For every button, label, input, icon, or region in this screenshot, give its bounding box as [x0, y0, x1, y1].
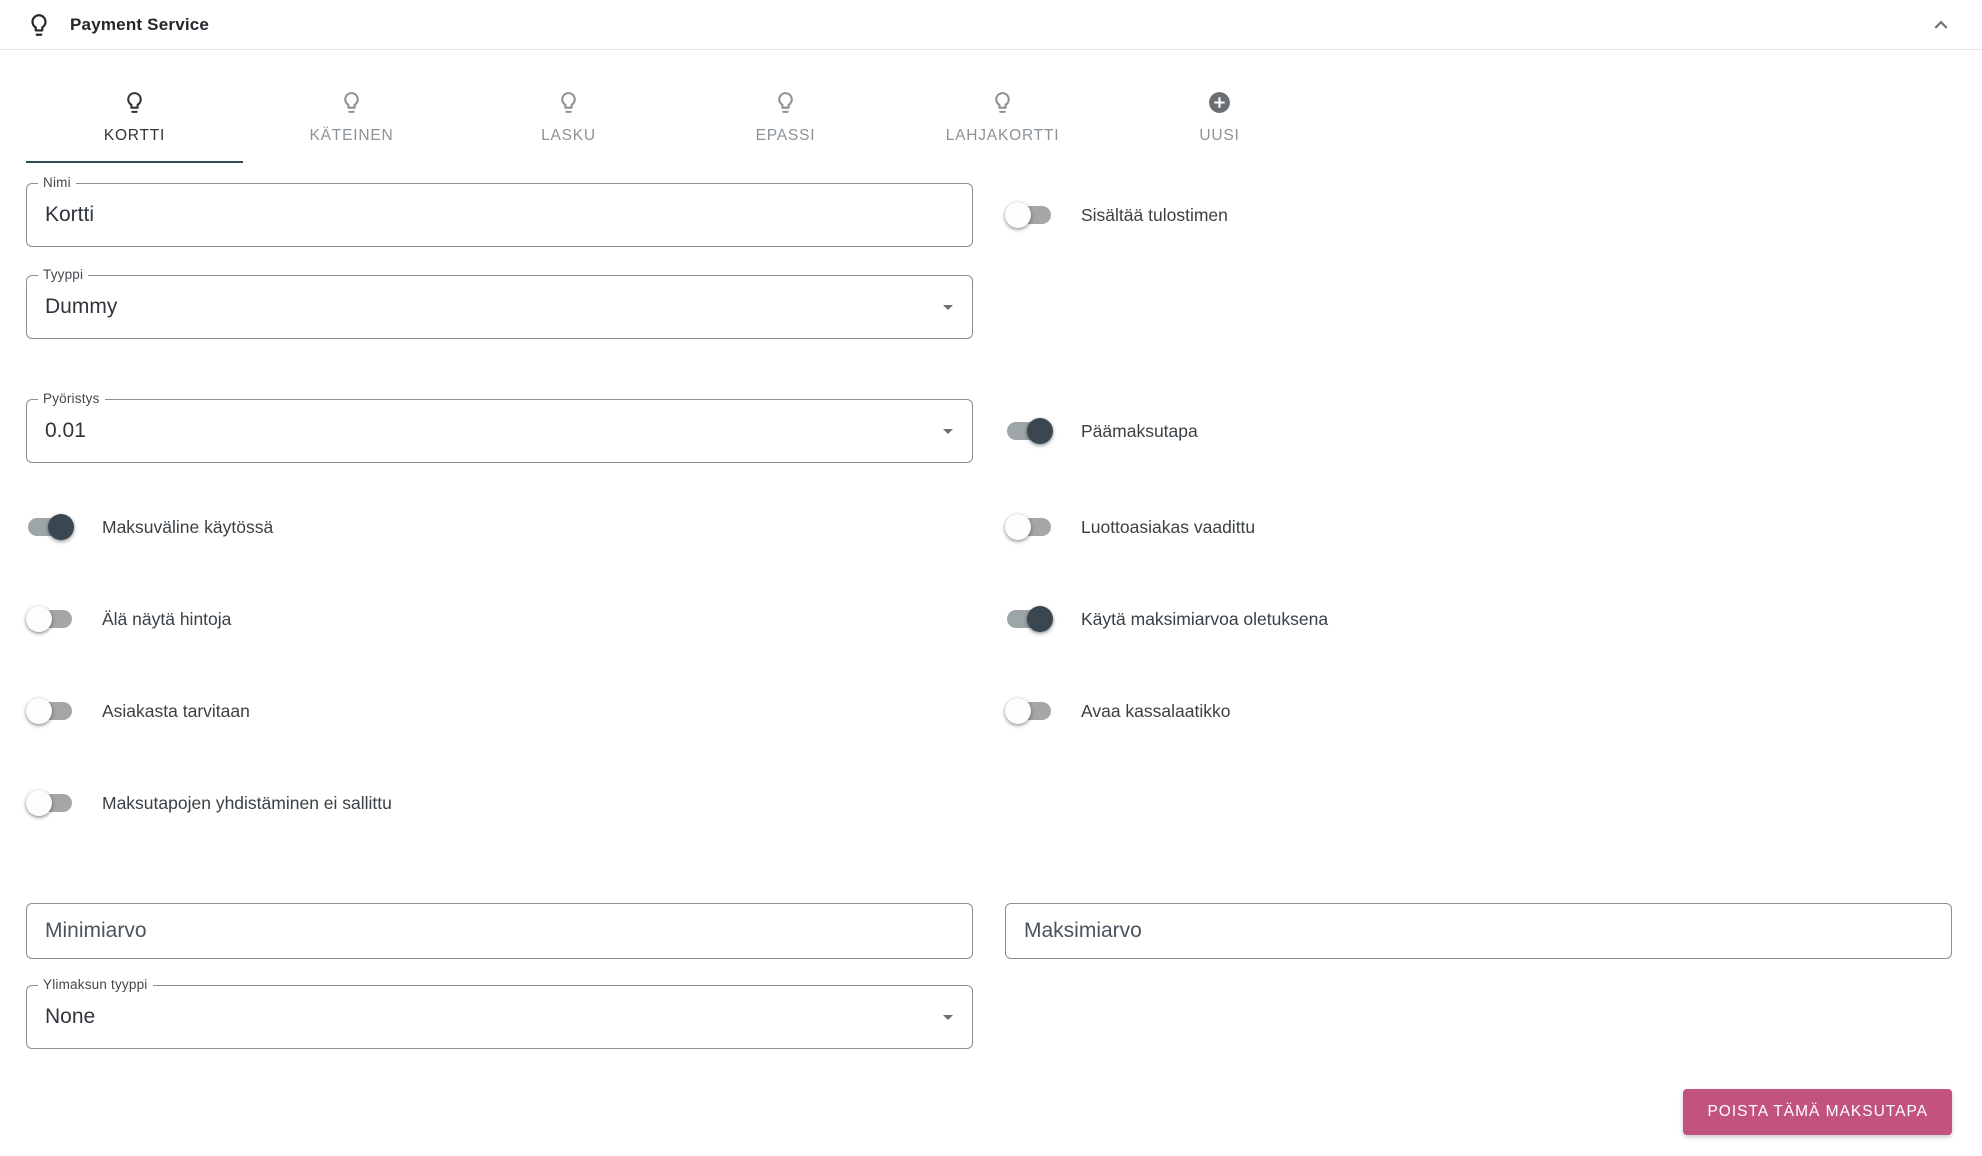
nimi-field-value: Kortti [45, 203, 95, 226]
toggle-label: Maksutapojen yhdistäminen ei sallittu [102, 792, 392, 813]
switch[interactable] [1007, 418, 1053, 444]
switch[interactable] [1005, 202, 1051, 228]
tab-label: UUSI [1199, 127, 1240, 144]
tab-uusi[interactable]: UUSI [1111, 78, 1328, 163]
chevron-up-icon[interactable] [1928, 12, 1954, 38]
switch-thumb [48, 514, 74, 540]
page-title: Payment Service [70, 14, 210, 34]
tab-label: LASKU [541, 127, 596, 144]
chevron-down-icon [936, 1005, 960, 1029]
switch[interactable] [28, 514, 74, 540]
toggle-avaa-kassalaatikko[interactable]: Avaa kassalaatikko [1005, 698, 1952, 724]
tab-label: KORTTI [103, 127, 166, 144]
switch-thumb [1005, 514, 1031, 540]
switch[interactable] [1005, 514, 1051, 540]
pyoristys-select-value: 0.01 [45, 419, 86, 442]
delete-payment-method-button[interactable]: POISTA TÄMÄ MAKSUTAPA [1683, 1089, 1952, 1135]
tab-lahjakortti[interactable]: LAHJAKORTTI [894, 78, 1111, 163]
lightbulb-icon [990, 90, 1015, 115]
add-circle-icon [1207, 90, 1232, 115]
payment-service-header: Payment Service [0, 0, 1982, 50]
switch[interactable] [26, 790, 72, 816]
tyyppi-select-label: Tyyppi [38, 267, 89, 282]
maksimiarvo-placeholder: Maksimiarvo [1024, 919, 1142, 942]
lightbulb-icon [773, 90, 798, 115]
switch[interactable] [1005, 698, 1051, 724]
tab-kortti[interactable]: KORTTI [26, 78, 243, 163]
nimi-field[interactable]: Nimi Kortti [26, 175, 973, 247]
pyoristys-select[interactable]: Pyöristys 0.01 [26, 391, 973, 463]
switch[interactable] [26, 606, 72, 632]
ylimaksun-tyyppi-select-value: None [45, 1005, 96, 1028]
toggle-luottoasiakas-vaadittu[interactable]: Luottoasiakas vaadittu [1005, 514, 1952, 540]
payment-method-tabs: KORTTI KÄTEINEN LASKU EPASSI LAHJAKORTTI [26, 78, 1952, 163]
toggle-label: Avaa kassalaatikko [1081, 700, 1231, 721]
tab-epassi[interactable]: EPASSI [677, 78, 894, 163]
minimiarvo-input[interactable]: Minimiarvo [26, 903, 973, 959]
switch[interactable] [26, 698, 72, 724]
toggle-paamaksutapa[interactable]: Päämaksutapa [1005, 418, 1952, 444]
switch-thumb [1005, 202, 1031, 228]
toggle-kayta-maksimiarvoa-oletuksena[interactable]: Käytä maksimiarvoa oletuksena [1005, 606, 1952, 632]
ylimaksun-tyyppi-select-label: Ylimaksun tyyppi [38, 977, 153, 992]
maksimiarvo-input[interactable]: Maksimiarvo [1005, 903, 1952, 959]
tab-label: LAHJAKORTTI [945, 127, 1060, 144]
tab-label: KÄTEINEN [309, 127, 394, 144]
toggle-label: Päämaksutapa [1081, 420, 1198, 441]
nimi-field-label: Nimi [38, 175, 76, 190]
toggle-label: Älä näytä hintoja [102, 608, 232, 629]
minimiarvo-placeholder: Minimiarvo [45, 919, 147, 942]
toggle-label: Käytä maksimiarvoa oletuksena [1081, 608, 1329, 629]
lightbulb-icon [26, 12, 52, 38]
lightbulb-icon [122, 90, 147, 115]
chevron-down-icon [936, 295, 960, 319]
switch[interactable] [1007, 606, 1053, 632]
toggle-label: Sisältää tulostimen [1081, 204, 1228, 225]
tyyppi-select-value: Dummy [45, 295, 118, 318]
switch-thumb [1027, 418, 1053, 444]
toggle-label: Asiakasta tarvitaan [102, 700, 250, 721]
lightbulb-icon [556, 90, 581, 115]
toggle-ala-nayta-hintoja[interactable]: Älä näytä hintoja [26, 606, 973, 632]
tab-lasku[interactable]: LASKU [460, 78, 677, 163]
switch-thumb [1005, 698, 1031, 724]
switch-thumb [26, 790, 52, 816]
toggle-maksuvaline-kaytossa[interactable]: Maksuväline käytössä [26, 514, 973, 540]
switch-thumb [1027, 606, 1053, 632]
chevron-down-icon [936, 419, 960, 443]
toggle-label: Luottoasiakas vaadittu [1081, 516, 1256, 537]
switch-thumb [26, 698, 52, 724]
lightbulb-icon [339, 90, 364, 115]
tab-kateinen[interactable]: KÄTEINEN [243, 78, 460, 163]
toggle-asiakasta-tarvitaan[interactable]: Asiakasta tarvitaan [26, 698, 973, 724]
tyyppi-select[interactable]: Tyyppi Dummy [26, 267, 973, 339]
pyoristys-select-label: Pyöristys [38, 391, 105, 406]
toggle-label: Maksuväline käytössä [102, 516, 274, 537]
toggle-maksutapojen-yhdistaminen-ei-sallittu[interactable]: Maksutapojen yhdistäminen ei sallittu [26, 790, 973, 816]
switch-thumb [26, 606, 52, 632]
tab-label: EPASSI [755, 127, 816, 144]
ylimaksun-tyyppi-select[interactable]: Ylimaksun tyyppi None [26, 977, 973, 1049]
toggle-sisaltaa-tulostimen[interactable]: Sisältää tulostimen [1005, 202, 1952, 228]
